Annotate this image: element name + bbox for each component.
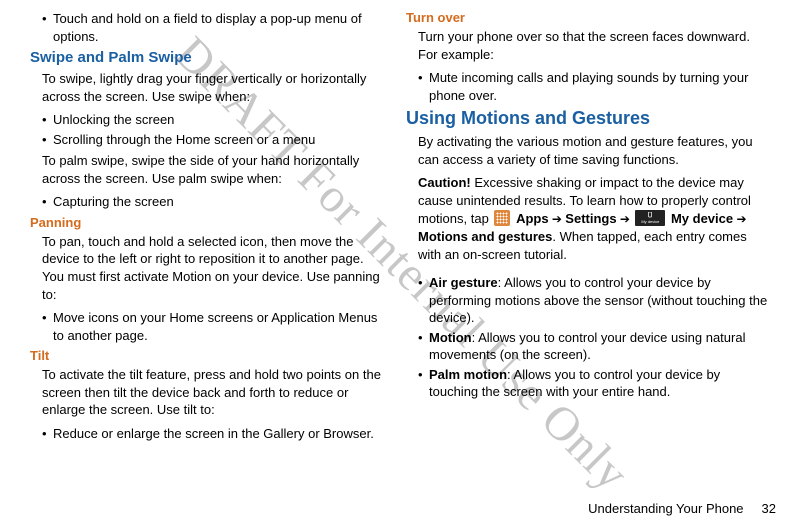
heading-panning: Panning xyxy=(30,215,382,230)
para-turn-intro: Turn your phone over so that the screen … xyxy=(418,28,770,63)
bullet-turn-1: Mute incoming calls and playing sounds b… xyxy=(418,69,770,104)
heading-motions: Using Motions and Gestures xyxy=(406,108,770,129)
caution-mag: Motions and gestures xyxy=(418,229,552,244)
arrow-icon: ➔ xyxy=(617,212,634,226)
feature-motion-text: : Allows you to control your device usin… xyxy=(429,330,745,363)
heading-swipe: Swipe and Palm Swipe xyxy=(30,49,382,66)
bullet-palm-1: Capturing the screen xyxy=(42,193,382,211)
heading-turn-over: Turn over xyxy=(406,10,770,25)
para-tilt-intro: To activate the tilt feature, press and … xyxy=(42,366,382,419)
bullet-swipe-1: Unlocking the screen xyxy=(42,111,382,129)
para-pan-intro: To pan, touch and hold a selected icon, … xyxy=(42,233,382,303)
feature-air-label: Air gesture xyxy=(429,275,498,290)
heading-tilt: Tilt xyxy=(30,348,382,363)
feature-motion-label: Motion xyxy=(429,330,472,345)
caution-apps: Apps xyxy=(516,211,549,226)
caution-label: Caution! xyxy=(418,175,471,190)
my-device-icon: My device xyxy=(635,210,665,226)
bullet-pan-1: Move icons on your Home screens or Appli… xyxy=(42,309,382,344)
bullet-tilt-1: Reduce or enlarge the screen in the Gall… xyxy=(42,425,382,443)
bullet-swipe-2: Scrolling through the Home screen or a m… xyxy=(42,131,382,149)
feature-motion: Motion: Allows you to control your devic… xyxy=(418,329,770,364)
para-palm-intro: To palm swipe, swipe the side of your ha… xyxy=(42,152,382,187)
feature-palm-label: Palm motion xyxy=(429,367,507,382)
footer-page: 32 xyxy=(762,501,776,516)
arrow-icon: ➔ xyxy=(549,212,566,226)
feature-air: Air gesture: Allows you to control your … xyxy=(418,274,770,327)
para-motions-intro: By activating the various motion and ges… xyxy=(418,133,770,168)
caution-block: Caution! Excessive shaking or impact to … xyxy=(418,174,770,264)
caution-settings: Settings xyxy=(565,211,616,226)
footer-section: Understanding Your Phone xyxy=(588,501,743,516)
left-column: Touch and hold on a field to display a p… xyxy=(30,8,400,446)
bullet-top: Touch and hold on a field to display a p… xyxy=(42,10,382,45)
caution-mydevice-label: My device xyxy=(671,211,733,226)
right-column: Turn over Turn your phone over so that t… xyxy=(400,8,770,446)
para-swipe-intro: To swipe, lightly drag your finger verti… xyxy=(42,70,382,105)
apps-icon xyxy=(494,210,510,226)
page-body: Touch and hold on a field to display a p… xyxy=(0,0,804,446)
arrow-icon: ➔ xyxy=(733,212,746,226)
footer: Understanding Your Phone 32 xyxy=(588,501,776,516)
feature-palm: Palm motion: Allows you to control your … xyxy=(418,366,770,401)
